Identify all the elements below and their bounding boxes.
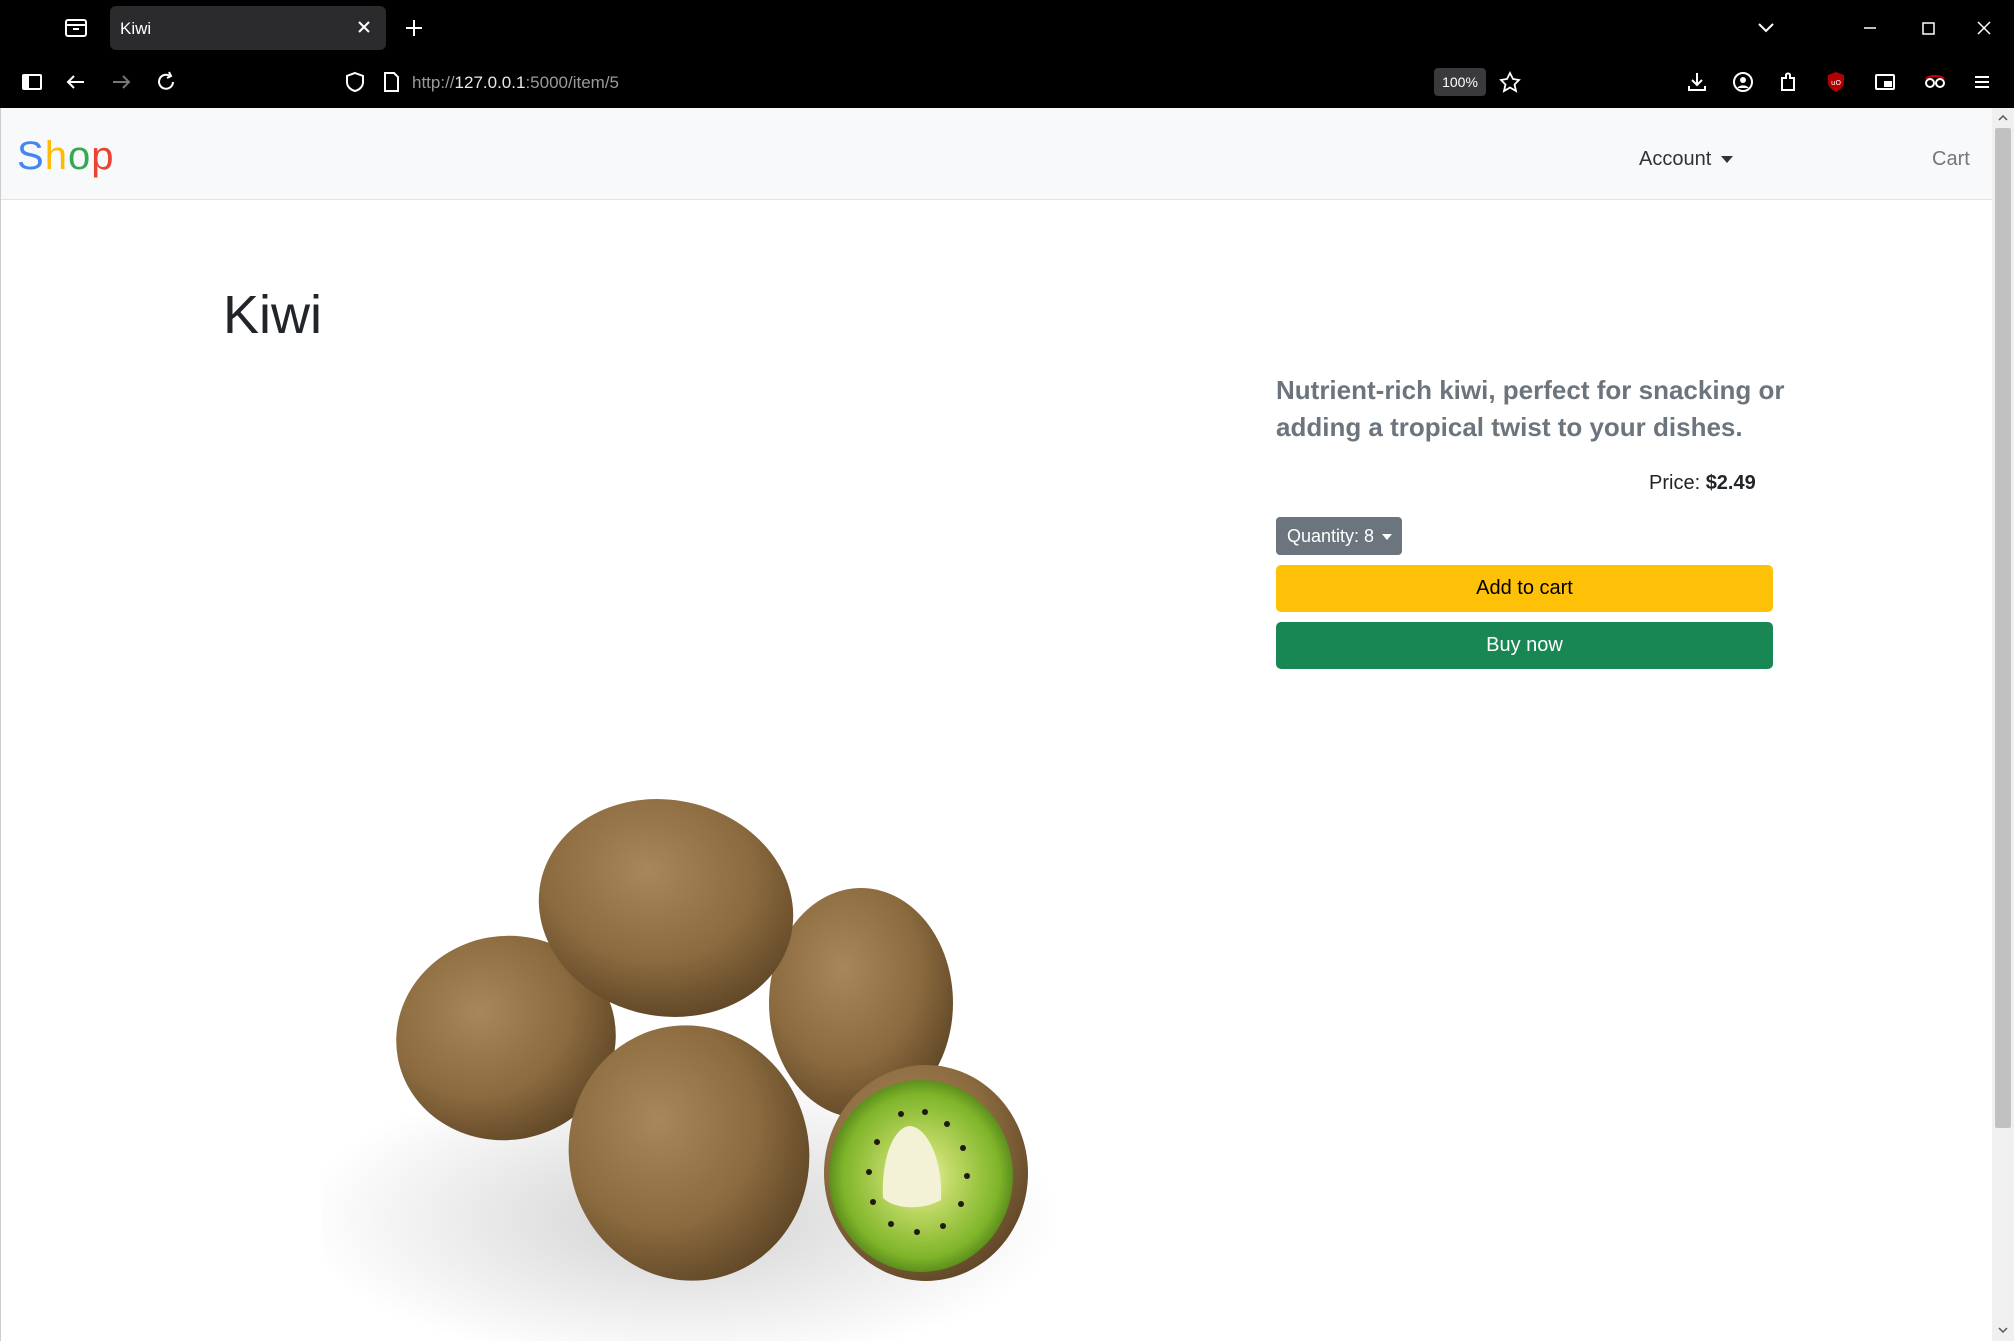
scroll-down-icon[interactable] — [1996, 1323, 2010, 1337]
product-description: Nutrient-rich kiwi, perfect for snacking… — [1276, 375, 1785, 442]
shield-icon[interactable] — [339, 66, 371, 98]
extensions-icon[interactable] — [1772, 66, 1804, 98]
brand-logo[interactable]: Shop — [17, 134, 114, 179]
buy-now-button[interactable]: Buy now — [1276, 622, 1773, 669]
browser-tab-active[interactable]: Kiwi — [110, 6, 386, 50]
tab-overview-icon[interactable] — [60, 14, 92, 42]
bookmark-star-icon[interactable] — [1494, 66, 1526, 98]
picture-in-picture-icon[interactable] — [1869, 66, 1901, 98]
close-tab-icon[interactable] — [354, 17, 374, 37]
menu-icon[interactable] — [1966, 66, 1998, 98]
product-title: Kiwi — [223, 285, 323, 345]
close-window-icon[interactable] — [1968, 12, 2000, 44]
brand-letter: p — [91, 134, 115, 178]
site-navbar: Shop Account Cart — [1, 108, 1992, 200]
maximize-icon[interactable] — [1912, 12, 1944, 44]
url-path: :5000/item/5 — [525, 73, 619, 92]
browser-toolbar: http://127.0.0.1:5000/item/5 100% uO — [0, 56, 2014, 108]
product-price: Price: $2.49 — [1649, 472, 1756, 495]
product-image — [321, 799, 1061, 1341]
page-info-icon[interactable] — [375, 66, 407, 98]
scrollbar-thumb[interactable] — [1995, 128, 2011, 1128]
brand-letter: S — [17, 134, 45, 178]
caret-down-icon — [1382, 534, 1393, 541]
scroll-up-icon[interactable] — [1996, 111, 2010, 125]
forward-icon[interactable] — [105, 66, 137, 98]
svg-text:uO: uO — [1831, 79, 1841, 87]
url-bar[interactable]: http://127.0.0.1:5000/item/5 — [412, 73, 619, 93]
tab-title: Kiwi — [120, 19, 152, 38]
url-host: 127.0.0.1 — [454, 73, 526, 92]
url-prefix: http:// — [412, 73, 455, 92]
price-label: Price: — [1649, 472, 1701, 494]
account-dropdown[interactable]: Account — [1639, 148, 1734, 171]
back-icon[interactable] — [60, 66, 92, 98]
browser-tab-bar: Kiwi — [0, 0, 2014, 56]
tab-list-chevron-icon[interactable] — [1750, 12, 1782, 44]
account-icon[interactable] — [1727, 66, 1759, 98]
add-to-cart-button[interactable]: Add to cart — [1276, 565, 1773, 612]
caret-down-icon — [1721, 156, 1734, 164]
price-value: $2.49 — [1705, 472, 1756, 494]
new-tab-icon[interactable] — [400, 14, 428, 42]
page-viewport: Shop Account Cart Kiwi Nutrient-rich kiw… — [0, 108, 1992, 1341]
extension-glasses-icon[interactable] — [1919, 66, 1951, 98]
cart-link[interactable]: Cart — [1932, 148, 1970, 171]
reload-icon[interactable] — [150, 66, 182, 98]
brand-letter: o — [67, 134, 92, 178]
quantity-label: Quantity: 8 — [1287, 526, 1375, 546]
zoom-level[interactable]: 100% — [1434, 68, 1486, 96]
page-scrollbar[interactable] — [1992, 108, 2014, 1341]
quantity-dropdown[interactable]: Quantity: 8 — [1276, 517, 1402, 555]
minimize-icon[interactable] — [1854, 12, 1886, 44]
account-label: Account — [1639, 148, 1712, 170]
ublock-shield-icon[interactable]: uO — [1820, 66, 1852, 98]
download-icon[interactable] — [1681, 66, 1713, 98]
sidebar-toggle-icon[interactable] — [16, 66, 48, 98]
brand-letter: h — [44, 134, 68, 178]
